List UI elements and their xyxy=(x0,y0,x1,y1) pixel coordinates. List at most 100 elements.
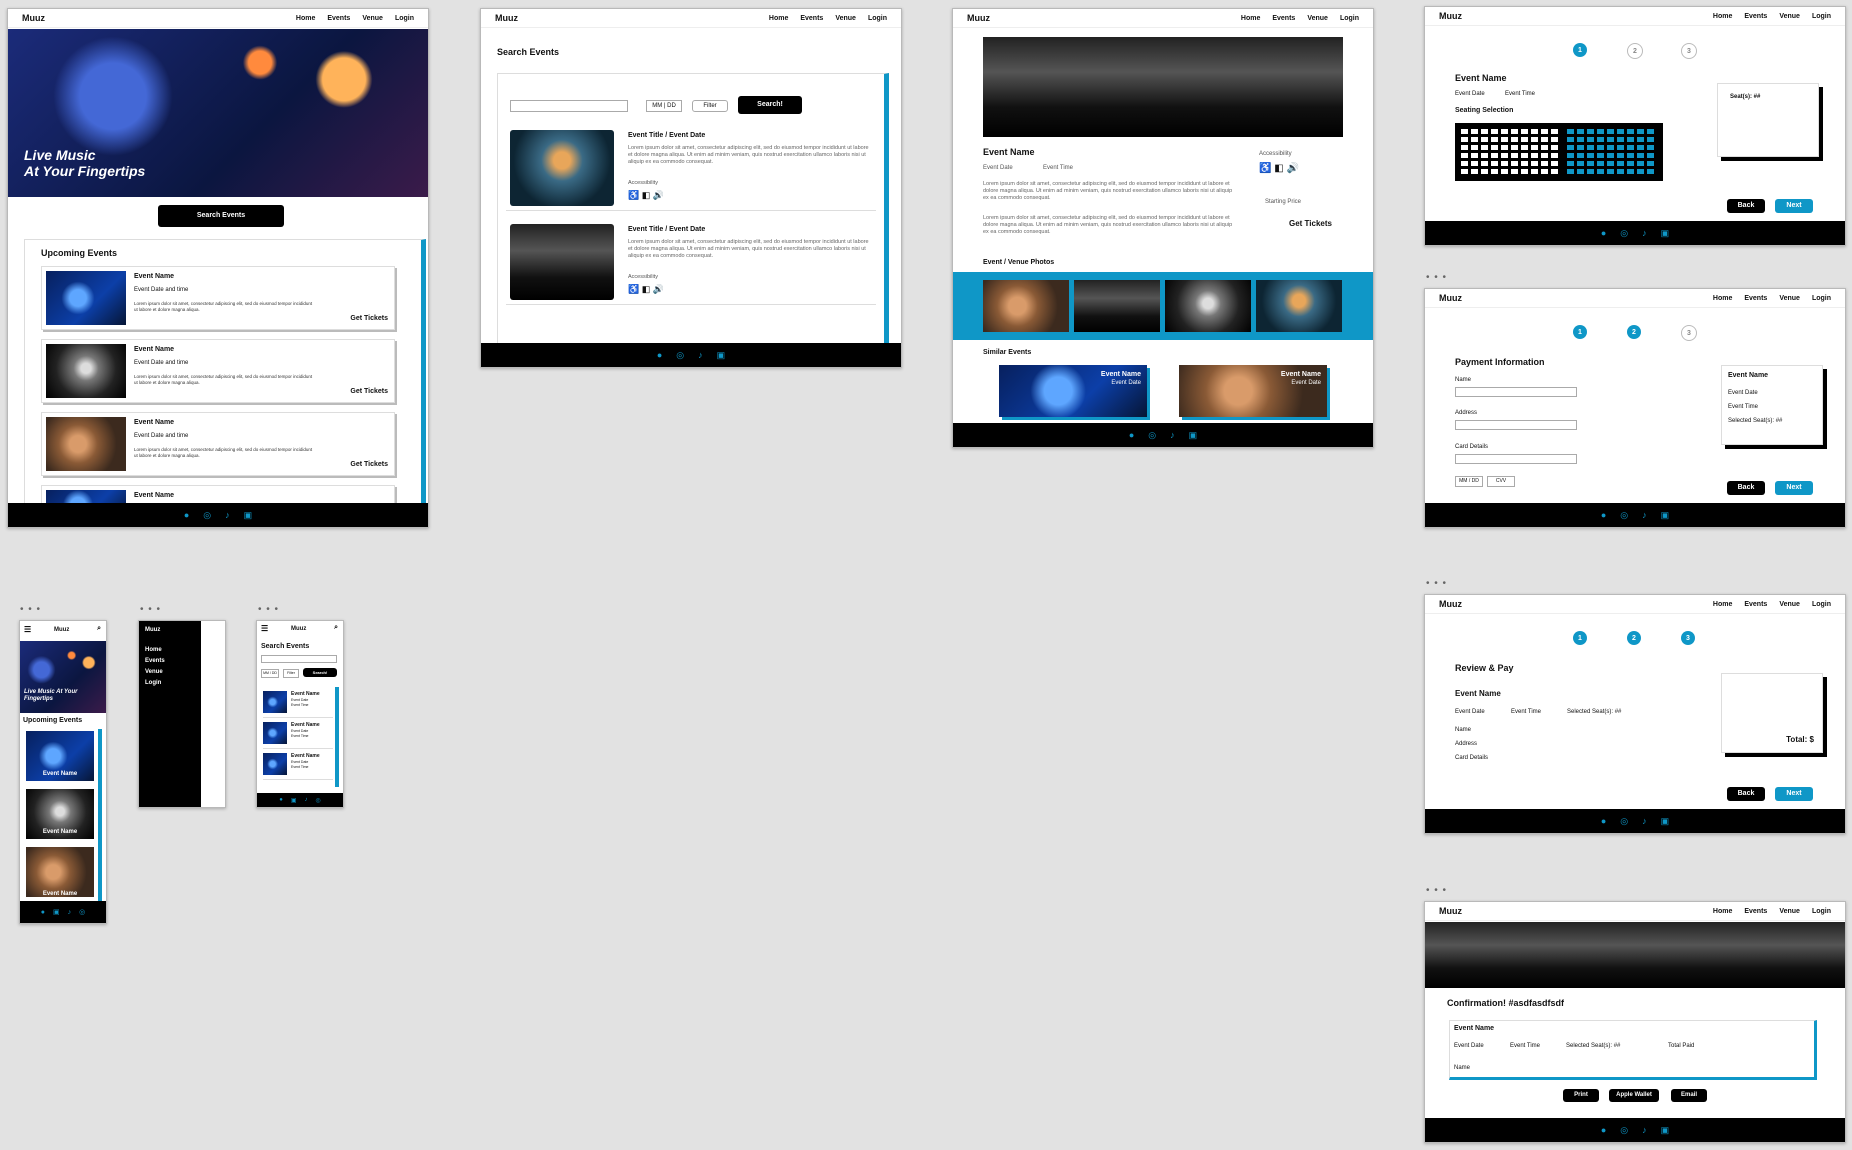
card-field[interactable] xyxy=(1455,454,1577,464)
nav-home[interactable]: Home xyxy=(1713,13,1732,20)
back-button[interactable]: Back xyxy=(1727,787,1765,801)
instagram-icon[interactable]: ◎ xyxy=(1620,1125,1628,1136)
gallery-photo[interactable] xyxy=(1165,280,1251,332)
print-button[interactable]: Print xyxy=(1563,1089,1599,1102)
instagram-icon[interactable]: ◎ xyxy=(676,350,684,361)
filter-button[interactable]: Filter xyxy=(283,669,299,678)
nav-venue[interactable]: Venue xyxy=(362,15,383,22)
seat-map[interactable] xyxy=(1455,123,1663,181)
nav-login[interactable]: Login xyxy=(1812,601,1831,608)
nav-login[interactable]: Login xyxy=(868,15,887,22)
tiktok-icon[interactable]: ♪ xyxy=(698,350,703,360)
search-input[interactable] xyxy=(510,100,628,112)
nav-home[interactable]: Home xyxy=(769,15,788,22)
menu-item-home[interactable]: Home xyxy=(145,647,162,653)
menu-icon[interactable]: ☰ xyxy=(24,625,31,634)
instagram-icon[interactable]: ◎ xyxy=(1620,816,1628,827)
nav-venue[interactable]: Venue xyxy=(1779,295,1800,302)
next-button[interactable]: Next xyxy=(1775,481,1813,495)
tiktok-icon[interactable]: ♪ xyxy=(1170,430,1175,440)
youtube-icon[interactable]: ▣ xyxy=(291,797,297,804)
nav-home[interactable]: Home xyxy=(296,15,315,22)
mobile-event-card[interactable]: Event Name xyxy=(26,789,94,839)
brand-logo[interactable]: Muuz xyxy=(22,13,45,23)
facebook-icon[interactable]: ● xyxy=(41,909,45,916)
facebook-icon[interactable]: ● xyxy=(1601,510,1606,520)
nav-home[interactable]: Home xyxy=(1713,601,1732,608)
date-input[interactable]: MM | DD xyxy=(646,100,682,112)
mobile-event-card[interactable]: Event Name xyxy=(26,731,94,781)
brand-logo[interactable]: Muuz xyxy=(1439,11,1462,21)
apple-wallet-button[interactable]: Apple Wallet xyxy=(1609,1089,1659,1102)
tiktok-icon[interactable]: ♪ xyxy=(68,909,72,916)
instagram-icon[interactable]: ◎ xyxy=(1620,228,1628,239)
menu-icon[interactable]: ☰ xyxy=(261,624,268,633)
youtube-icon[interactable]: ▣ xyxy=(53,908,60,916)
get-tickets-link[interactable]: Get Tickets xyxy=(350,315,388,322)
instagram-icon[interactable]: ◎ xyxy=(316,797,321,804)
nav-login[interactable]: Login xyxy=(1812,908,1831,915)
nav-events[interactable]: Events xyxy=(1744,295,1767,302)
back-button[interactable]: Back xyxy=(1727,481,1765,495)
result-row[interactable]: Event Title / Event Date Lorem ipsum dol… xyxy=(506,224,876,305)
event-card[interactable]: Event Name Event Date and time Lorem ips… xyxy=(41,339,395,403)
result-row[interactable]: Event Name Event Date Event Time xyxy=(263,751,333,780)
nav-events[interactable]: Events xyxy=(800,15,823,22)
youtube-icon[interactable]: ▣ xyxy=(244,510,253,521)
date-input[interactable]: MM / DD xyxy=(261,669,279,678)
instagram-icon[interactable]: ◎ xyxy=(203,510,211,521)
nav-events[interactable]: Events xyxy=(1272,15,1295,22)
menu-item-venue[interactable]: Venue xyxy=(145,669,163,675)
nav-events[interactable]: Events xyxy=(1744,908,1767,915)
facebook-icon[interactable]: ● xyxy=(657,350,662,360)
tiktok-icon[interactable]: ♪ xyxy=(1642,510,1647,520)
nav-home[interactable]: Home xyxy=(1713,908,1732,915)
address-field[interactable] xyxy=(1455,420,1577,430)
nav-login[interactable]: Login xyxy=(1812,13,1831,20)
nav-venue[interactable]: Venue xyxy=(1307,15,1328,22)
get-tickets-link[interactable]: Get Tickets xyxy=(350,461,388,468)
seat-block-right[interactable] xyxy=(1567,129,1657,175)
tiktok-icon[interactable]: ♪ xyxy=(305,797,308,803)
email-button[interactable]: Email xyxy=(1671,1089,1707,1102)
tiktok-icon[interactable]: ♪ xyxy=(1642,228,1647,238)
youtube-icon[interactable]: ▣ xyxy=(1661,816,1670,827)
get-tickets-link[interactable]: Get Tickets xyxy=(350,388,388,395)
instagram-icon[interactable]: ◎ xyxy=(1148,430,1156,441)
facebook-icon[interactable]: ● xyxy=(184,510,189,520)
menu-item-events[interactable]: Events xyxy=(145,658,165,664)
nav-events[interactable]: Events xyxy=(327,15,350,22)
nav-events[interactable]: Events xyxy=(1744,601,1767,608)
nav-home[interactable]: Home xyxy=(1241,15,1260,22)
result-row[interactable]: Event Title / Event Date Lorem ipsum dol… xyxy=(506,130,876,211)
menu-item-login[interactable]: Login xyxy=(145,680,161,686)
brand-logo[interactable]: Muuz xyxy=(495,13,518,23)
youtube-icon[interactable]: ▣ xyxy=(1189,430,1198,441)
filter-button[interactable]: Filter xyxy=(692,100,728,112)
search-icon[interactable]: ⌕ xyxy=(334,624,338,632)
nav-venue[interactable]: Venue xyxy=(1779,13,1800,20)
facebook-icon[interactable]: ● xyxy=(1129,430,1134,440)
facebook-icon[interactable]: ● xyxy=(1601,228,1606,238)
result-row[interactable]: Event Name Event Date Event Time xyxy=(263,720,333,749)
event-card[interactable]: Event Name Event Date and time Lorem ips… xyxy=(41,412,395,476)
nav-venue[interactable]: Venue xyxy=(1779,601,1800,608)
search-submit-button[interactable]: Search! xyxy=(738,96,802,114)
brand-logo[interactable]: Muuz xyxy=(1439,293,1462,303)
tiktok-icon[interactable]: ♪ xyxy=(225,510,230,520)
gallery-photo[interactable] xyxy=(983,280,1069,332)
back-button[interactable]: Back xyxy=(1727,199,1765,213)
facebook-icon[interactable]: ● xyxy=(1601,816,1606,826)
tiktok-icon[interactable]: ♪ xyxy=(1642,1125,1647,1135)
youtube-icon[interactable]: ▣ xyxy=(1661,1125,1670,1136)
brand-logo[interactable]: Muuz xyxy=(967,13,990,23)
event-card[interactable]: Event Name Event Date and time Lorem ips… xyxy=(41,266,395,330)
cvv-field[interactable]: CVV xyxy=(1487,476,1515,487)
nav-login[interactable]: Login xyxy=(1812,295,1831,302)
get-tickets-button[interactable]: Get Tickets xyxy=(1289,219,1332,228)
search-icon[interactable]: ⌕ xyxy=(97,625,101,633)
nav-login[interactable]: Login xyxy=(1340,15,1359,22)
instagram-icon[interactable]: ◎ xyxy=(79,908,85,916)
expiry-field[interactable]: MM / DD xyxy=(1455,476,1483,487)
youtube-icon[interactable]: ▣ xyxy=(1661,228,1670,239)
